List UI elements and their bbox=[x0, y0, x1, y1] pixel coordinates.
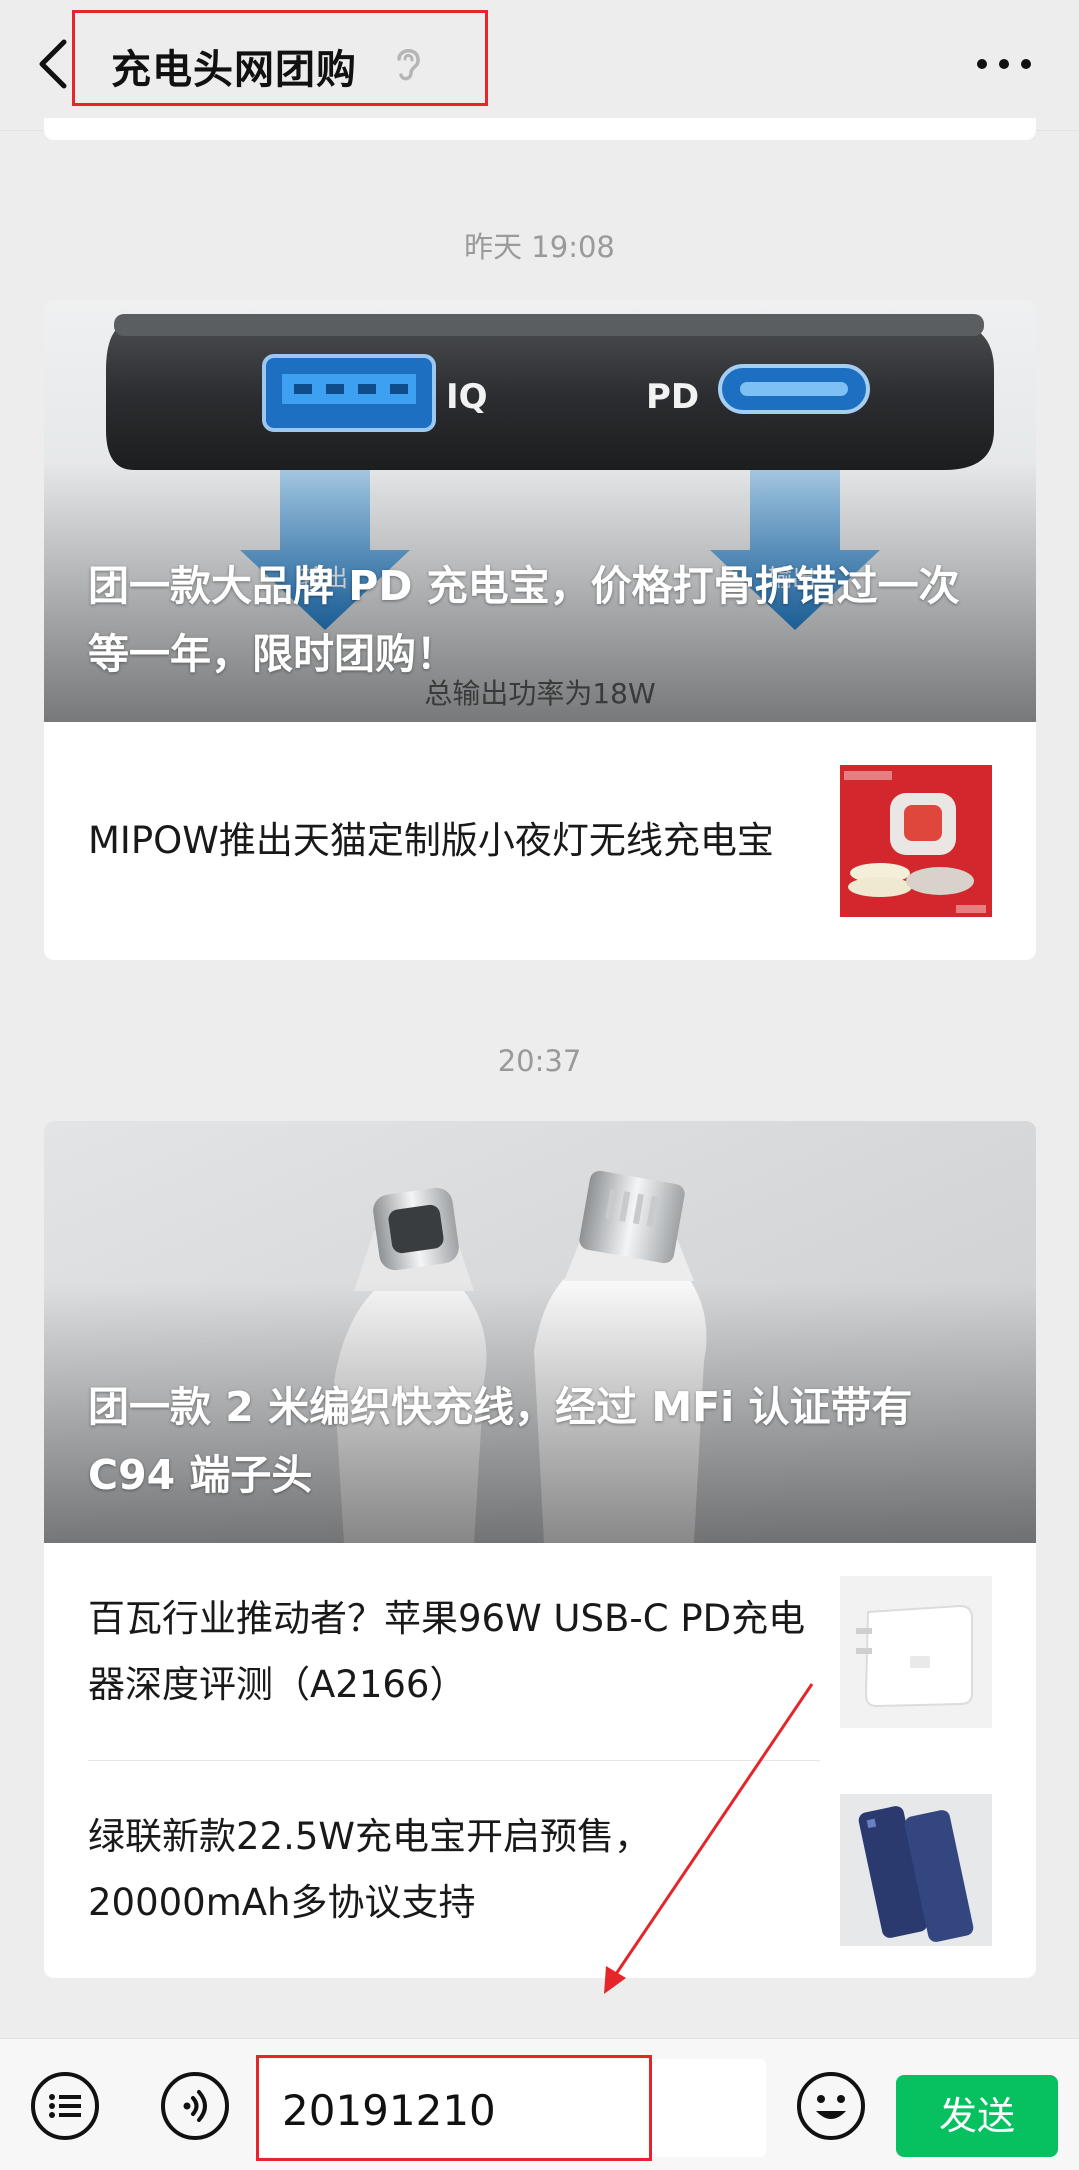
port-label-iq: IQ bbox=[446, 377, 488, 417]
message-timestamp: 20:37 bbox=[497, 1044, 582, 1078]
previous-message-card[interactable] bbox=[44, 118, 1036, 140]
cover-article-title[interactable]: 团一款大品牌 PD 充电宝，价格打骨折错过一次等一年，限时团购！ bbox=[88, 552, 996, 688]
article-list-item[interactable]: 百瓦行业推动者？苹果96W USB-C PD充电器深度评测（A2166） bbox=[44, 1543, 1036, 1761]
more-dots-icon[interactable] bbox=[976, 56, 1032, 72]
article-cover[interactable]: IQ PD 输出 输出 总输出功率为18W 团一款大品牌 PD 充电宝，价格打骨… bbox=[44, 300, 1036, 722]
chevron-left-icon[interactable] bbox=[34, 36, 74, 92]
article-item-title[interactable]: 绿联新款22.5W充电宝开启预售，20000mAh多协议支持 bbox=[88, 1804, 828, 1936]
article-item-title[interactable]: 百瓦行业推动者？苹果96W USB-C PD充电器深度评测（A2166） bbox=[88, 1586, 828, 1718]
article-cover[interactable]: 团一款 2 米编织快充线，经过 MFi 认证带有 C94 端子头 bbox=[44, 1121, 1036, 1543]
article-item-title[interactable]: MIPOW推出天猫定制版小夜灯无线充电宝 bbox=[88, 808, 828, 874]
article-list-item[interactable]: 绿联新款22.5W充电宝开启预售，20000mAh多协议支持 bbox=[44, 1761, 1036, 1978]
message-input-bar: 发送 bbox=[0, 2038, 1079, 2170]
ear-icon bbox=[397, 49, 420, 81]
chat-title[interactable]: 充电头网团购 bbox=[111, 37, 357, 95]
message-timestamp: 昨天 19:08 bbox=[464, 230, 615, 264]
cover-article-title[interactable]: 团一款 2 米编织快充线，经过 MFi 认证带有 C94 端子头 bbox=[88, 1373, 996, 1509]
article-thumbnail bbox=[840, 1793, 992, 1946]
article-thumbnail bbox=[840, 1576, 992, 1728]
message-input[interactable] bbox=[254, 2059, 766, 2157]
port-label-pd: PD bbox=[646, 377, 699, 417]
list-menu-icon[interactable] bbox=[30, 2071, 100, 2141]
title-highlight-box: 充电头网团购 bbox=[72, 10, 488, 106]
emoji-icon[interactable] bbox=[796, 2071, 866, 2141]
article-card: 团一款 2 米编织快充线，经过 MFi 认证带有 C94 端子头 百瓦行业推动者… bbox=[44, 1121, 1036, 1978]
article-card: IQ PD 输出 输出 总输出功率为18W 团一款大品牌 PD 充电宝，价格打骨… bbox=[44, 300, 1036, 960]
article-thumbnail bbox=[840, 765, 992, 917]
chat-header: 充电头网团购 bbox=[0, 0, 1079, 131]
send-button[interactable]: 发送 bbox=[896, 2075, 1058, 2157]
voice-icon[interactable] bbox=[160, 2071, 230, 2141]
article-list-item[interactable]: MIPOW推出天猫定制版小夜灯无线充电宝 bbox=[44, 722, 1036, 960]
